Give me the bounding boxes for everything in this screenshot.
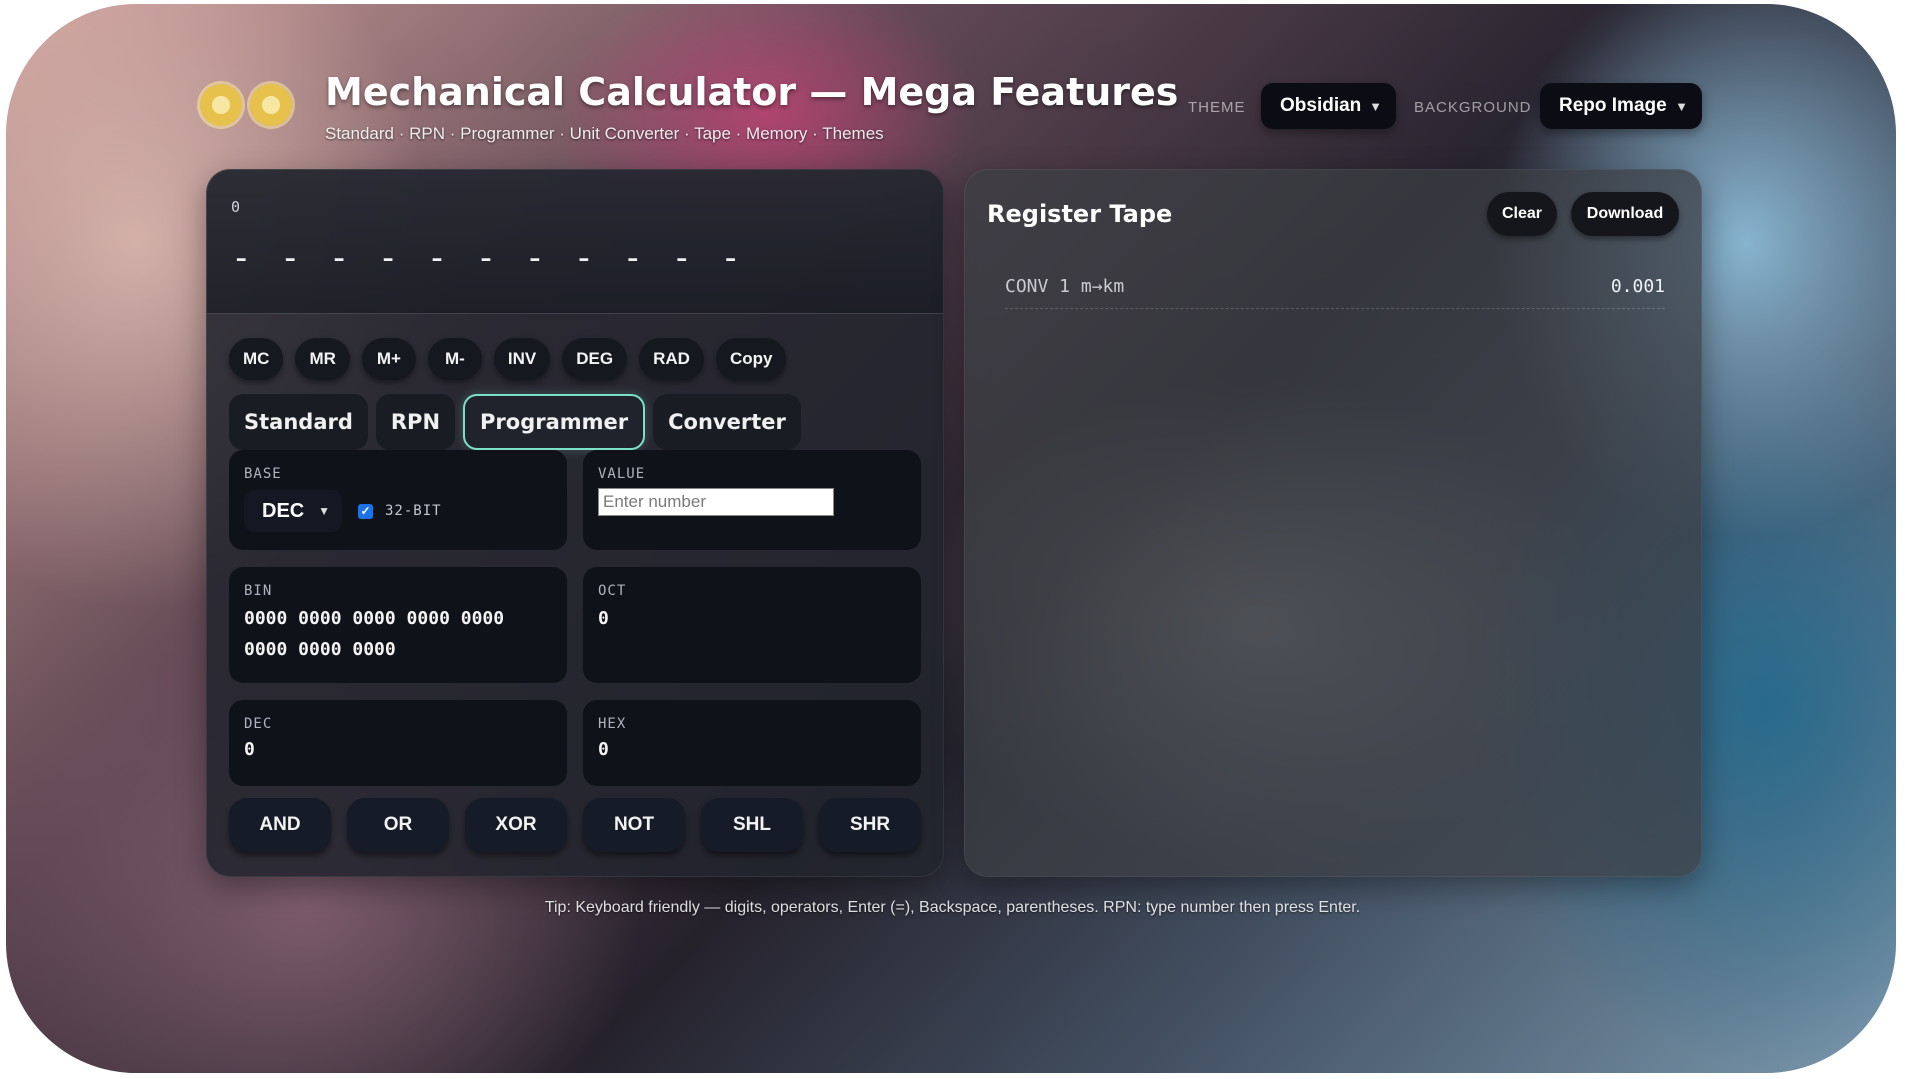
gear-icon (200, 84, 242, 126)
tape-entry-result: 0.001 (1610, 276, 1665, 297)
gear-icon (250, 84, 292, 126)
base-select[interactable]: DEC ▼ (244, 490, 342, 532)
display-expression: 0 (231, 198, 241, 216)
and-button[interactable]: AND (229, 798, 331, 852)
background-label: BACKGROUND (1414, 99, 1532, 116)
value-label: VALUE (598, 466, 646, 482)
hex-card: HEX 0 (583, 700, 921, 786)
tab-standard[interactable]: Standard (229, 394, 368, 450)
32-bit-checkbox[interactable]: ✓ (358, 503, 373, 519)
hex-value: 0 (598, 739, 609, 760)
background-select-value: Repo Image (1559, 95, 1667, 116)
m-plus-button[interactable]: M+ (361, 338, 416, 380)
value-input[interactable] (598, 488, 834, 516)
hex-label: HEX (598, 716, 627, 732)
value-card: VALUE (583, 450, 921, 550)
32-bit-label: 32-BIT (385, 503, 442, 519)
shr-button[interactable]: SHR (819, 798, 921, 852)
chevron-down-icon: ▼ (318, 504, 330, 518)
display-value: - - - - - - - - - - - (231, 238, 745, 278)
memory-row: MC MR M+ M- INV DEG RAD Copy (229, 338, 787, 380)
or-button[interactable]: OR (347, 798, 449, 852)
background-select[interactable]: Repo Image ▼ (1540, 83, 1702, 129)
inv-button[interactable]: INV (493, 338, 551, 380)
clear-button[interactable]: Clear (1487, 192, 1557, 236)
register-tape-panel: Register Tape Clear Download CONV 1 m→km… (964, 169, 1702, 877)
mr-button[interactable]: MR (295, 338, 350, 380)
base-select-value: DEC (262, 499, 305, 522)
bitwise-ops-row: AND OR XOR NOT SHL SHR (229, 798, 921, 852)
base-label: BASE (244, 466, 282, 482)
not-button[interactable]: NOT (583, 798, 685, 852)
rad-button[interactable]: RAD (639, 338, 704, 380)
theme-select[interactable]: Obsidian ▼ (1261, 83, 1396, 129)
bin-card: BIN 0000 0000 0000 0000 0000 0000 0000 0… (229, 567, 567, 683)
tab-converter[interactable]: Converter (653, 394, 801, 450)
chevron-down-icon: ▼ (1675, 98, 1688, 114)
oct-value: 0 (598, 608, 609, 629)
oct-card: OCT 0 (583, 567, 921, 683)
theme-select-value: Obsidian (1280, 95, 1362, 116)
dec-value: 0 (244, 739, 255, 760)
mc-button[interactable]: MC (229, 338, 284, 380)
tab-rpn[interactable]: RPN (375, 394, 456, 450)
m-minus-button[interactable]: M- (427, 338, 482, 380)
tab-programmer[interactable]: Programmer (463, 394, 646, 450)
download-button[interactable]: Download (1571, 192, 1679, 236)
page-subtitle: Standard · RPN · Programmer · Unit Conve… (325, 124, 884, 143)
tape-entry-expression: CONV 1 m→km (1005, 276, 1125, 297)
bin-value: 0000 0000 0000 0000 0000 0000 0000 0000 (244, 608, 505, 660)
calculator-display: 0 - - - - - - - - - - - (207, 170, 943, 314)
oct-label: OCT (598, 583, 627, 599)
copy-button[interactable]: Copy (715, 338, 787, 380)
bin-label: BIN (244, 583, 273, 599)
xor-button[interactable]: XOR (465, 798, 567, 852)
tape-entry: CONV 1 m→km 0.001 (1005, 270, 1665, 309)
dec-card: DEC 0 (229, 700, 567, 786)
calculator-panel: 0 - - - - - - - - - - - MC MR M+ M- INV … (206, 169, 944, 877)
mode-tabs: Standard RPN Programmer Converter (229, 394, 801, 450)
tape-title: Register Tape (987, 200, 1173, 228)
shl-button[interactable]: SHL (701, 798, 803, 852)
logo (200, 84, 292, 126)
keyboard-tip: Tip: Keyboard friendly — digits, operato… (544, 899, 1361, 916)
page-title: Mechanical Calculator — Mega Features (325, 70, 1179, 114)
deg-button[interactable]: DEG (562, 338, 628, 380)
base-card: BASE DEC ▼ ✓ 32-BIT (229, 450, 567, 550)
dec-label: DEC (244, 716, 273, 732)
chevron-down-icon: ▼ (1369, 98, 1382, 114)
theme-label: THEME (1188, 99, 1246, 116)
